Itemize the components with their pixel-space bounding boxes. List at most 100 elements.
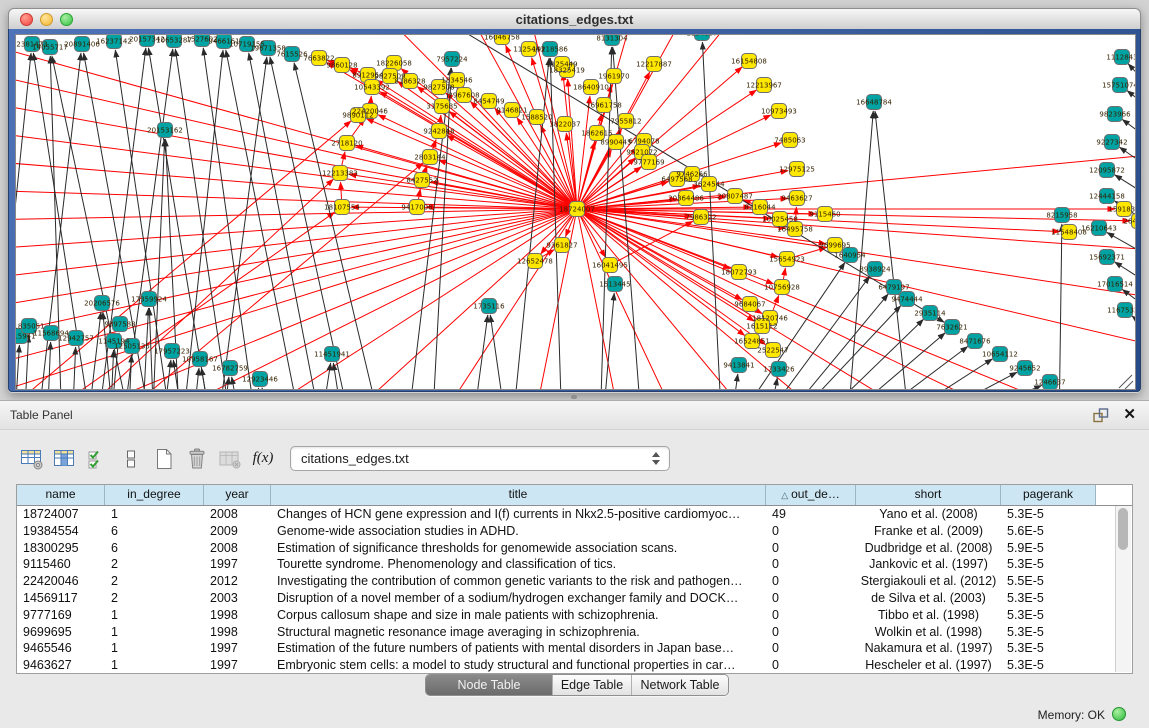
- cell-pagerank: 5.3E-5: [1001, 556, 1096, 573]
- cell-year: 2008: [204, 540, 271, 557]
- tab-network-table[interactable]: Network Table: [631, 675, 728, 695]
- splitter-handle[interactable]: [571, 395, 577, 399]
- table-row[interactable]: 1938455462009Genome-wide association stu…: [17, 523, 1116, 540]
- scrollbar-thumb[interactable]: [1118, 508, 1128, 550]
- delete-table-button[interactable]: [218, 447, 242, 471]
- column-header-pagerank[interactable]: pagerank: [1001, 485, 1096, 505]
- cell-year: 2012: [204, 573, 271, 590]
- graph-node-label: 15692371: [1089, 254, 1125, 262]
- vertical-scrollbar[interactable]: [1115, 506, 1131, 672]
- cell-pagerank: 5.3E-5: [1001, 590, 1096, 607]
- graph-node-label: 7632621: [936, 324, 967, 332]
- cell-in_degree: 1: [105, 607, 204, 624]
- graph-node-label: 8427552: [406, 177, 437, 185]
- graph-node-label: 18072793: [721, 269, 757, 277]
- node-table: namein_degreeyeartitle△out_de…shortpager…: [16, 484, 1133, 674]
- table-tabs: Node Table Edge Table Network Table: [425, 674, 729, 696]
- graph-node-label: 16782759: [212, 365, 248, 373]
- table-row[interactable]: 2242004622012Investigating the contribut…: [17, 573, 1116, 590]
- citation-graph[interactable]: 1872400776638229860128891295418226058982…: [16, 35, 1135, 389]
- show-columns-button[interactable]: [53, 447, 77, 471]
- table-row[interactable]: 1456911722003Disruption of a novel membe…: [17, 590, 1116, 607]
- table-row[interactable]: 1830029562008Estimation of significance …: [17, 540, 1116, 557]
- graph-node-label: 19218586: [532, 46, 568, 54]
- column-header-year[interactable]: year: [204, 485, 271, 505]
- graph-node-label: 9827508: [423, 84, 454, 92]
- graph-node-label: 14055717: [32, 44, 68, 52]
- tab-node-table[interactable]: Node Table: [426, 675, 552, 695]
- tab-edge-table[interactable]: Edge Table: [552, 675, 631, 695]
- cell-name: 19384554: [17, 523, 105, 540]
- cell-name: 14569117: [17, 590, 105, 607]
- table-row[interactable]: 946554611997Estimation of the future num…: [17, 640, 1116, 657]
- cell-in_degree: 1: [105, 506, 204, 523]
- cell-name: 9699695: [17, 624, 105, 641]
- cell-short: Yano et al. (2008): [856, 506, 1001, 523]
- graph-node-label: 7615526: [276, 51, 308, 59]
- cell-year: 1998: [204, 607, 271, 624]
- memory-status-label: Memory: OK: [1038, 708, 1105, 722]
- cell-out_degree: 0: [766, 590, 856, 607]
- graph-node-label: 9699695: [819, 242, 850, 250]
- graph-node-label: 16961758: [586, 102, 622, 110]
- cell-in_degree: 1: [105, 657, 204, 673]
- cell-short: de Silva et al. (2003): [856, 590, 1001, 607]
- graph-node-label: 17016514: [1097, 281, 1133, 289]
- cell-title: Structural magnetic resonance image aver…: [271, 624, 766, 641]
- row-height-button[interactable]: [119, 447, 143, 471]
- graph-node-label: 2522547: [757, 347, 788, 355]
- graph-node-label: 18107554: [324, 204, 360, 212]
- graph-node-label: 12975125: [779, 166, 815, 174]
- float-window-icon[interactable]: [1093, 408, 1109, 423]
- graph-node-label: 20891406: [64, 41, 100, 49]
- graph-node-label: 1862615: [581, 130, 612, 138]
- cell-out_degree: 0: [766, 607, 856, 624]
- cell-title: Tourette syndrome. Phenomenology and cla…: [271, 556, 766, 573]
- graph-node-label: 7485063: [774, 137, 805, 145]
- graph-node-label: 12942757: [58, 335, 94, 343]
- column-header-in_degree[interactable]: in_degree: [105, 485, 204, 505]
- graph-node-label: 1246637: [1034, 379, 1065, 387]
- table-row[interactable]: 1872400712008Changes of HCN gene express…: [17, 506, 1116, 523]
- column-header-short[interactable]: short: [856, 485, 1001, 505]
- close-panel-icon[interactable]: ✕: [1123, 405, 1136, 423]
- select-rows-button[interactable]: [86, 447, 110, 471]
- cell-pagerank: 5.3E-5: [1001, 607, 1096, 624]
- graph-node-label: 2718120: [331, 140, 362, 148]
- cell-title: Changes of HCN gene expression and I(f) …: [271, 506, 766, 523]
- table-row[interactable]: 946362711997Embryonic stem cells: a mode…: [17, 657, 1116, 673]
- cell-short: Stergiakouli et al. (2012): [856, 573, 1001, 590]
- graph-node-label: 2648221: [1123, 218, 1135, 226]
- network-canvas[interactable]: 1872400776638229860128891295418226058982…: [15, 34, 1136, 390]
- table-row[interactable]: 911546021997Tourette syndrome. Phenomeno…: [17, 556, 1116, 573]
- table-body: 1872400712008Changes of HCN gene express…: [17, 506, 1116, 673]
- graph-node-label: 8938924: [859, 266, 891, 274]
- function-button[interactable]: f(x): [251, 447, 275, 471]
- graph-node-label: 20153162: [147, 127, 183, 135]
- column-header-out_degree[interactable]: △out_de…: [766, 485, 856, 505]
- graph-node-label: 11451941: [314, 351, 350, 359]
- graph-node-label: 9684067: [734, 301, 765, 309]
- graph-node-label: 7986322: [685, 214, 716, 222]
- graph-node-label: 18120746: [752, 315, 788, 323]
- table-select-dropdown[interactable]: citations_edges.txt: [290, 446, 670, 471]
- window-titlebar[interactable]: citations_edges.txt: [8, 8, 1141, 31]
- graph-node-label: 12444158: [1089, 193, 1125, 201]
- cell-short: Tibbo et al. (1998): [856, 607, 1001, 624]
- table-row[interactable]: 969969511998Structural magnetic resonanc…: [17, 624, 1116, 641]
- table-row[interactable]: 977716911998Corpus callosum shape and si…: [17, 607, 1116, 624]
- column-header-name[interactable]: name: [17, 485, 105, 505]
- window-title: citations_edges.txt: [9, 12, 1140, 27]
- table-mode-button[interactable]: [20, 447, 44, 471]
- graph-node-label: 18226058: [376, 60, 412, 68]
- new-table-button[interactable]: [152, 447, 176, 471]
- column-header-title[interactable]: title: [271, 485, 766, 505]
- graph-node-label: 12923446: [242, 376, 278, 384]
- table-panel-header: Table Panel ✕: [0, 401, 1149, 430]
- cell-out_degree: 0: [766, 573, 856, 590]
- graph-node-label: 10973493: [761, 108, 797, 116]
- cell-short: Franke et al. (2009): [856, 523, 1001, 540]
- trash-button[interactable]: [185, 447, 209, 471]
- function-icon: f(x): [253, 450, 274, 467]
- graph-node-label: 9115460: [809, 211, 840, 219]
